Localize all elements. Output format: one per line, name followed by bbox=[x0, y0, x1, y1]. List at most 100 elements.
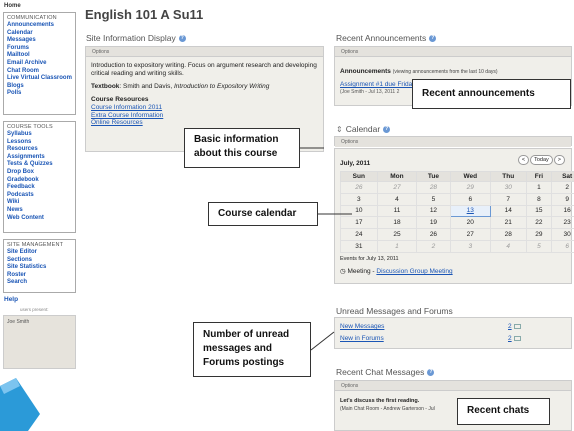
options-link[interactable]: Options bbox=[335, 381, 571, 391]
sidebar-item[interactable]: Roster bbox=[7, 272, 72, 280]
calendar-day[interactable]: 30 bbox=[551, 228, 574, 241]
calendar-day[interactable]: 17 bbox=[340, 216, 378, 230]
calendar-day[interactable]: 25 bbox=[376, 228, 418, 241]
sidebar-item[interactable]: Wiki bbox=[7, 199, 72, 207]
calendar-day[interactable]: 8 bbox=[525, 192, 553, 206]
options-link[interactable]: Options bbox=[335, 47, 571, 57]
calendar-day[interactable]: 27 bbox=[449, 228, 491, 241]
sidebar-item[interactable]: Forums bbox=[7, 45, 72, 53]
calendar-day[interactable]: 13 bbox=[449, 204, 491, 218]
calendar-day[interactable]: 15 bbox=[525, 204, 553, 218]
calendar-day[interactable]: 4 bbox=[489, 239, 527, 253]
calendar-day[interactable]: 2 bbox=[551, 181, 574, 194]
sidebar-item[interactable]: Podcasts bbox=[7, 192, 72, 200]
sidebar-item[interactable]: Sections bbox=[7, 257, 72, 265]
calendar-day[interactable]: 1 bbox=[376, 239, 418, 253]
calendar-day[interactable]: 30 bbox=[489, 181, 527, 194]
sidebar-item[interactable]: Site Editor bbox=[7, 249, 72, 257]
sidebar-item[interactable]: Live Virtual Classroom bbox=[7, 75, 72, 83]
sidebar-item[interactable]: Blogs bbox=[7, 83, 72, 91]
users-present-box: Joe Smith bbox=[3, 315, 76, 369]
calendar-day[interactable]: 6 bbox=[551, 239, 574, 253]
sidebar-item[interactable]: Polls bbox=[7, 90, 72, 98]
sidebar-item[interactable]: Resources bbox=[7, 146, 72, 154]
calendar-day[interactable]: 28 bbox=[489, 228, 527, 241]
event-link[interactable]: Discussion Group Meeting bbox=[376, 268, 452, 275]
options-link[interactable]: Options bbox=[86, 47, 323, 57]
chat-title-text: Recent Chat Messages bbox=[336, 367, 425, 377]
calendar-day[interactable]: 20 bbox=[449, 216, 491, 230]
sidebar-item[interactable]: Tests & Quizzes bbox=[7, 161, 72, 169]
sidebar-item[interactable]: Messages bbox=[7, 37, 72, 45]
sidebar-item[interactable]: Gradebook bbox=[7, 177, 72, 185]
calendar-day[interactable]: 29 bbox=[525, 228, 553, 241]
sidebar-item[interactable]: Announcements bbox=[7, 22, 72, 30]
calendar-day[interactable]: 22 bbox=[525, 216, 553, 230]
calendar-day[interactable]: 26 bbox=[340, 181, 378, 194]
calendar-day[interactable]: 7 bbox=[489, 192, 527, 206]
sidebar-item[interactable]: News bbox=[7, 207, 72, 215]
calendar-day[interactable]: 14 bbox=[489, 204, 527, 218]
announcement-link[interactable]: Assignment #1 due Frida bbox=[340, 81, 412, 88]
calendar-day[interactable]: 31 bbox=[340, 239, 378, 253]
calendar-day[interactable]: 24 bbox=[340, 228, 378, 241]
sidebar-item[interactable]: Search bbox=[7, 279, 72, 287]
calendar-day[interactable]: 21 bbox=[489, 216, 527, 230]
highlighter-icon bbox=[0, 378, 40, 431]
calendar-toggle-icon[interactable]: ⇕ bbox=[336, 125, 343, 134]
weekday-header: Tue bbox=[416, 171, 451, 182]
options-link[interactable]: Options bbox=[335, 137, 571, 147]
calendar-day[interactable]: 4 bbox=[376, 192, 418, 206]
calendar-day[interactable]: 12 bbox=[416, 204, 451, 218]
help-icon[interactable]: ? bbox=[383, 126, 391, 134]
weekday-header: Sat bbox=[551, 171, 574, 182]
sidebar-item[interactable]: Chat Room bbox=[7, 68, 72, 76]
unread-label-link[interactable]: New Messages bbox=[340, 323, 384, 330]
calendar-day[interactable]: 16 bbox=[551, 204, 574, 218]
sidebar-item[interactable]: Lessons bbox=[7, 139, 72, 147]
calendar-day[interactable]: 23 bbox=[551, 216, 574, 230]
calendar-month: July, 2011 bbox=[340, 160, 371, 167]
calendar-day[interactable]: 29 bbox=[449, 181, 491, 194]
unread-count[interactable]: 2 bbox=[508, 323, 512, 330]
sidebar-item[interactable]: Syllabus bbox=[7, 131, 72, 139]
unread-count[interactable]: 2 bbox=[508, 335, 512, 342]
calendar-day[interactable]: 3 bbox=[449, 239, 491, 253]
calendar-day[interactable]: 28 bbox=[416, 181, 451, 194]
calendar-day[interactable]: 19 bbox=[416, 216, 451, 230]
sidebar-item[interactable]: Site Statistics bbox=[7, 264, 72, 272]
help-icon[interactable]: ? bbox=[427, 369, 435, 377]
calendar-day[interactable]: 6 bbox=[449, 192, 491, 206]
help-link[interactable]: Help bbox=[4, 296, 18, 303]
calendar-day[interactable]: 27 bbox=[376, 181, 418, 194]
unread-label-link[interactable]: New in Forums bbox=[340, 335, 384, 342]
calendar-day[interactable]: 2 bbox=[416, 239, 451, 253]
calendar-day[interactable]: 9 bbox=[551, 192, 574, 206]
sidebar-item[interactable]: Calendar bbox=[7, 30, 72, 38]
sidebar-item[interactable]: Feedback bbox=[7, 184, 72, 192]
weekday-header: Fri bbox=[525, 171, 553, 182]
sidebar-item[interactable]: Assignments bbox=[7, 154, 72, 162]
home-link[interactable]: Home bbox=[4, 3, 21, 9]
calendar-day[interactable]: 5 bbox=[525, 239, 553, 253]
help-icon[interactable]: ? bbox=[429, 35, 437, 43]
today-button[interactable]: Today bbox=[530, 155, 553, 165]
calendar-day[interactable]: 18 bbox=[376, 216, 418, 230]
calendar-day[interactable]: 1 bbox=[525, 181, 553, 194]
resource-link[interactable]: Online Resources bbox=[91, 119, 318, 127]
resource-link[interactable]: Course Information 2011 bbox=[91, 104, 318, 112]
sidebar-item[interactable]: Drop Box bbox=[7, 169, 72, 177]
calendar-day[interactable]: 11 bbox=[376, 204, 418, 218]
next-month-button[interactable]: > bbox=[553, 155, 565, 165]
announcements-label: Announcements bbox=[340, 68, 391, 75]
sidebar-item[interactable]: Email Archive bbox=[7, 60, 72, 68]
calendar-day[interactable]: 26 bbox=[416, 228, 451, 241]
help-icon[interactable]: ? bbox=[178, 35, 186, 43]
sidebar-item[interactable]: Web Content bbox=[7, 215, 72, 223]
calendar-day[interactable]: 3 bbox=[340, 192, 378, 206]
calendar-day[interactable]: 5 bbox=[416, 192, 451, 206]
sidebar-item[interactable]: Mailtool bbox=[7, 52, 72, 60]
prev-month-button[interactable]: < bbox=[517, 155, 530, 165]
calendar-day[interactable]: 10 bbox=[340, 204, 378, 218]
resource-link[interactable]: Extra Course Information bbox=[91, 112, 318, 120]
